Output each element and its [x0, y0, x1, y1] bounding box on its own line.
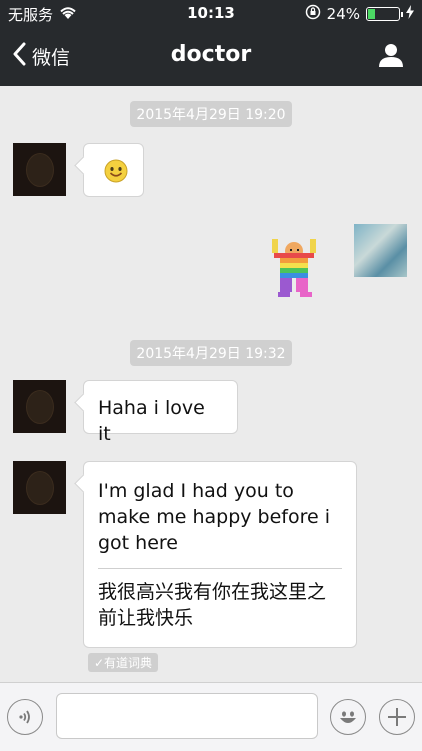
- rotation-lock-icon: [305, 4, 321, 24]
- battery-icon: [366, 7, 403, 21]
- status-bar: 无服务 10:13 24%: [0, 0, 422, 28]
- message-text: I'm glad I had you to make me happy befo…: [98, 480, 330, 554]
- my-avatar[interactable]: [354, 224, 407, 277]
- nav-bar: 微信 doctor: [0, 32, 422, 82]
- timestamp: 2015年4月29日 19:20: [0, 101, 422, 127]
- translation-text: 我很高兴我有你在我这里之前让我快乐: [98, 581, 327, 629]
- avatar[interactable]: [13, 461, 66, 514]
- sticker-message[interactable]: [268, 237, 320, 299]
- voice-icon: [19, 710, 30, 724]
- rainbow-dancer-sticker: [272, 239, 316, 297]
- timestamp: 2015年4月29日 19:32: [0, 340, 422, 366]
- page-title: doctor: [170, 42, 252, 67]
- voice-button[interactable]: [7, 699, 43, 735]
- battery-percent: 24%: [326, 5, 360, 23]
- avatar[interactable]: [13, 143, 66, 196]
- avatar[interactable]: [13, 380, 66, 433]
- emoji-button[interactable]: [330, 699, 366, 735]
- message-text: Haha i love it: [98, 397, 205, 445]
- more-button[interactable]: [379, 699, 415, 735]
- input-bar: [0, 682, 422, 751]
- message-bubble-translated[interactable]: I'm glad I had you to make me happy befo…: [83, 461, 357, 648]
- smiley-icon: [340, 711, 356, 723]
- message-bubble[interactable]: Haha i love it: [83, 380, 238, 445]
- smiley-emoji-icon: [104, 159, 128, 183]
- translation-source-badge: ✓有道词典: [88, 653, 159, 672]
- top-bar: 无服务 10:13 24% 微信 doctor: [0, 0, 422, 86]
- charging-bolt-icon: [406, 5, 414, 23]
- message-bubble-emoji[interactable]: [83, 143, 144, 197]
- person-icon: [379, 44, 403, 67]
- message-input[interactable]: [56, 693, 318, 739]
- plus-icon: [388, 708, 406, 726]
- translation-divider: [98, 568, 342, 569]
- contact-profile-button[interactable]: [378, 42, 404, 72]
